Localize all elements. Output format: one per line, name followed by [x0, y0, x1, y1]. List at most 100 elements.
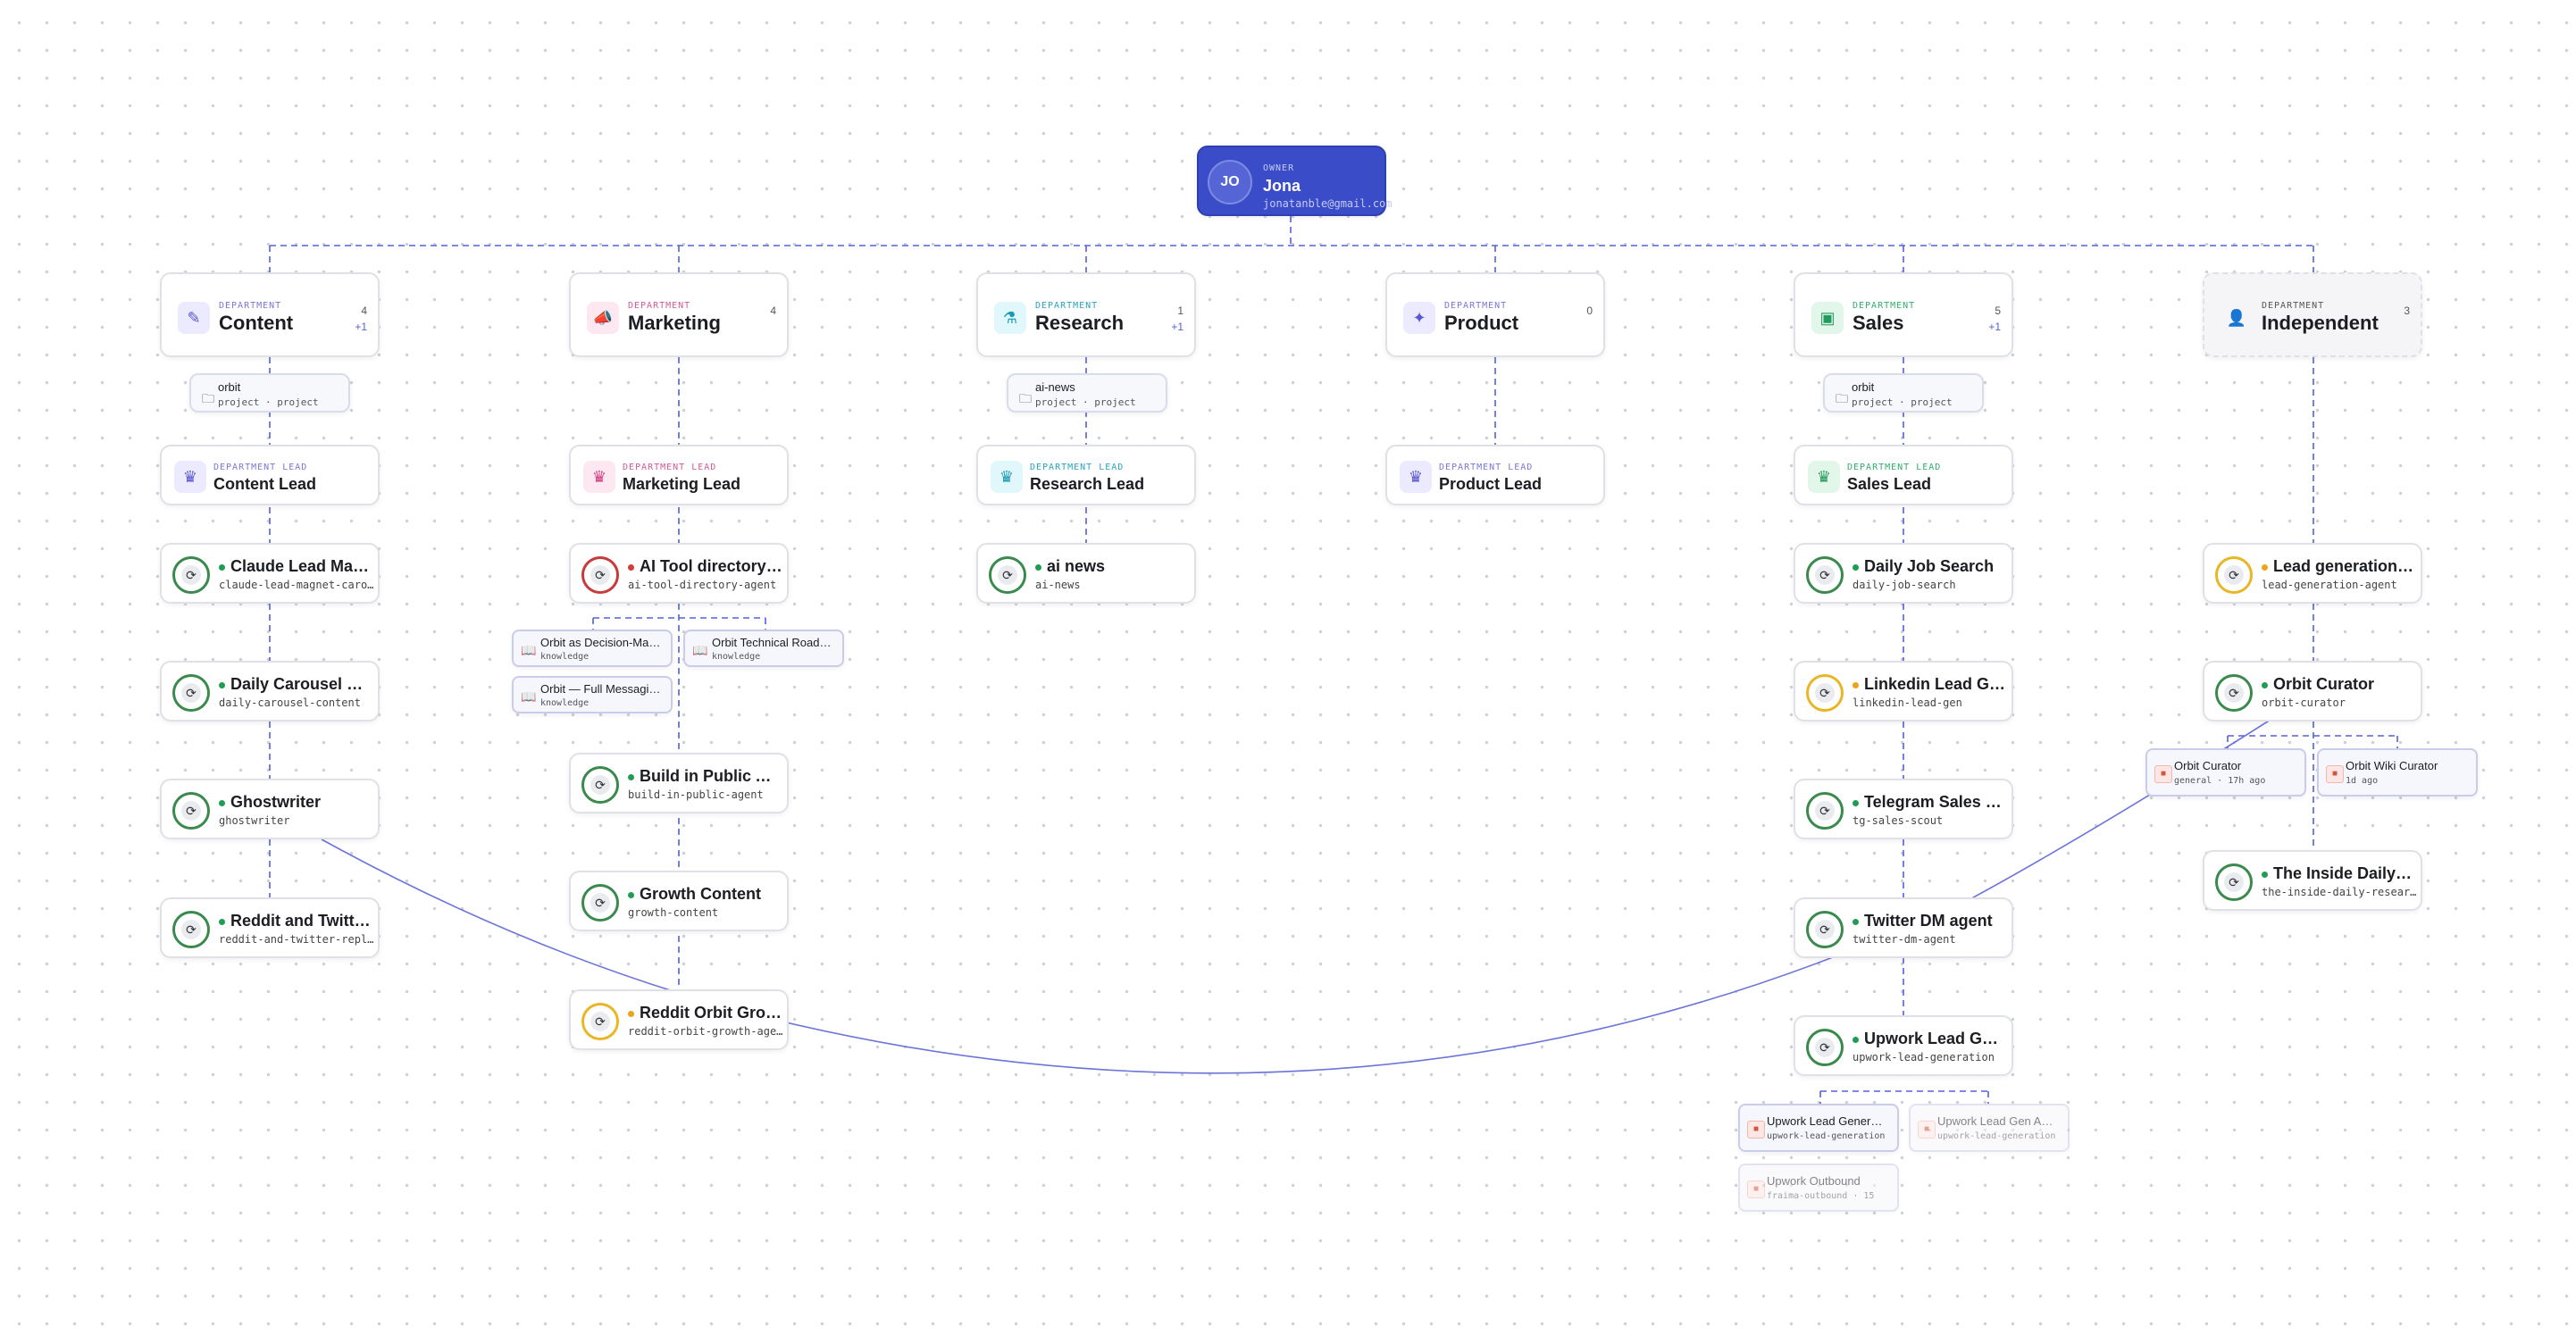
agent-slug: orbit-curator	[2262, 697, 2346, 709]
department-name: Sales	[1853, 312, 1904, 334]
department-card-research[interactable]: ⚗ DEPARTMENT Research 1 +1	[976, 272, 1196, 357]
agent-name: Twitter DM agent	[1864, 912, 1993, 930]
orbit-icon: ⟳	[590, 565, 610, 585]
agent-name: ai news	[1047, 557, 1106, 575]
session-card[interactable]: ■ Orbit Curator general · 17h ago	[2145, 748, 2306, 797]
status-dot	[1853, 682, 1859, 688]
project-name: orbit	[1852, 380, 1875, 394]
agent-slug: tg-sales-scout	[1853, 814, 1944, 827]
status-dot	[2262, 682, 2268, 688]
agent-card[interactable]: ⟳ Daily Carousel Content daily-carousel-…	[160, 661, 380, 722]
knowledge-meta: knowledge	[712, 652, 761, 662]
agent-slug: the-inside-daily-research	[2262, 886, 2419, 898]
project-chip-content[interactable]: 🗀 orbit project · project	[189, 373, 350, 413]
agent-slug: reddit-orbit-growth-agent	[628, 1025, 785, 1038]
session-name: Orbit Wiki Curator	[2346, 759, 2438, 772]
lead-card-content[interactable]: ♛ DEPARTMENT LEAD Content Lead	[160, 445, 380, 505]
org-chart-canvas[interactable]: JO OWNER Jona jonatanble@gmail.com ✎ DEP…	[0, 0, 2576, 1343]
session-card[interactable]: ■ Upwork Lead Generation upwork-lead-gen…	[1738, 1104, 1899, 1152]
agent-name: Daily Job Search	[1864, 557, 1995, 575]
knowledge-card[interactable]: 📖 Orbit — Full Messaging knowledge	[512, 676, 673, 713]
book-icon: 📖	[692, 643, 708, 657]
agent-slug: daily-job-search	[1853, 579, 1956, 591]
knowledge-name: Orbit Technical Roadmap	[712, 636, 832, 649]
knowledge-card[interactable]: 📖 Orbit Technical Roadmap knowledge	[683, 630, 844, 667]
knowledge-card[interactable]: 📖 Orbit as Decision-Maker knowledge	[512, 630, 673, 667]
agent-name: Telegram Sales Scout	[1864, 793, 2007, 811]
lead-card-marketing[interactable]: ♛ DEPARTMENT LEAD Marketing Lead	[569, 445, 789, 505]
agent-card[interactable]: ⟳ Linkedin Lead Gen linkedin-lead-gen	[1794, 661, 2013, 722]
agent-slug: upwork-lead-generation	[1853, 1051, 1995, 1064]
department-card-product[interactable]: ✦ DEPARTMENT Product 0	[1385, 272, 1605, 357]
department-card-independent[interactable]: 👤 DEPARTMENT Independent 3	[2203, 272, 2422, 357]
session-card[interactable]: ■ Upwork Lead Gen Agent upwork-lead-gene…	[1909, 1104, 2070, 1152]
agent-name: Ghostwriter	[230, 793, 322, 811]
session-meta: fraima-outbound · 15	[1767, 1191, 1875, 1201]
orbit-icon: ⟳	[2224, 683, 2244, 703]
orbit-icon: ⟳	[1815, 1038, 1835, 1057]
document-icon: ■	[2154, 765, 2172, 783]
book-icon: 📖	[521, 643, 537, 657]
lead-card-sales[interactable]: ♛ DEPARTMENT LEAD Sales Lead	[1794, 445, 2013, 505]
agent-card[interactable]: ⟳ Reddit and Twitter Replyguy reddit-and…	[160, 897, 380, 958]
agent-avatar: ⟳	[172, 911, 210, 948]
knowledge-meta: knowledge	[540, 698, 590, 708]
department-count: 1 +1	[1171, 304, 1183, 333]
lead-name: Research Lead	[1030, 475, 1145, 493]
owner-eyebrow: OWNER	[1263, 163, 1295, 173]
lead-card-research[interactable]: ♛ DEPARTMENT LEAD Research Lead	[976, 445, 1196, 505]
agent-card[interactable]: ⟳ AI Tool directory agent ai-tool-direct…	[569, 543, 789, 604]
orbit-icon: ⟳	[590, 775, 610, 795]
owner-card[interactable]: JO OWNER Jona jonatanble@gmail.com	[1197, 146, 1393, 216]
crown-icon: ♛	[174, 461, 206, 493]
session-name: Orbit Curator	[2174, 759, 2242, 772]
agent-card[interactable]: ⟳ Claude Lead Magnet Carousel claude-lea…	[160, 543, 380, 604]
agent-card[interactable]: ⟳ Daily Job Search daily-job-search	[1794, 543, 2013, 604]
status-dot	[628, 1011, 634, 1017]
agent-card[interactable]: ⟳ Growth Content growth-content	[569, 871, 789, 931]
agent-card[interactable]: ⟳ ai news ai-news	[976, 543, 1196, 604]
session-card[interactable]: ■ Upwork Outbound fraima-outbound · 15	[1738, 1164, 1899, 1212]
agent-name: Daily Carousel Content	[230, 675, 373, 693]
session-card[interactable]: ■ Orbit Wiki Curator 1d ago	[2317, 748, 2478, 797]
agent-avatar: ⟳	[581, 556, 619, 594]
knowledge-name: Orbit — Full Messaging	[540, 682, 661, 696]
lead-card-product[interactable]: ♛ DEPARTMENT LEAD Product Lead	[1385, 445, 1605, 505]
department-count: 0	[1586, 304, 1593, 317]
agent-card[interactable]: ⟳ Orbit Curator orbit-curator	[2203, 661, 2422, 722]
session-name: Upwork Lead Gen Agent	[1937, 1114, 2058, 1128]
agent-card[interactable]: ⟳ Ghostwriter ghostwriter	[160, 779, 380, 839]
agent-avatar: ⟳	[581, 884, 619, 922]
agent-card[interactable]: ⟳ Twitter DM agent twitter-dm-agent	[1794, 897, 2013, 958]
department-card-marketing[interactable]: 📣 DEPARTMENT Marketing 4	[569, 272, 789, 357]
status-dot	[219, 919, 225, 925]
agent-card[interactable]: ⟳ Upwork Lead Generation upwork-lead-gen…	[1794, 1015, 2013, 1076]
session-meta: general · 17h ago	[2174, 776, 2266, 786]
agent-card[interactable]: ⟳ Lead generation agent lead-generation-…	[2203, 543, 2422, 604]
folder-icon: 🗀	[1836, 391, 1848, 405]
orbit-icon: ⟳	[181, 920, 201, 939]
lead-eyebrow: DEPARTMENT LEAD	[623, 463, 717, 472]
agent-slug: twitter-dm-agent	[1853, 933, 1956, 946]
agent-avatar: ⟳	[172, 792, 210, 830]
briefcase-icon: ▣	[1811, 302, 1844, 334]
agent-card[interactable]: ⟳ Telegram Sales Scout tg-sales-scout	[1794, 779, 2013, 839]
agent-card[interactable]: ⟳ Reddit Orbit Growth Agent reddit-orbit…	[569, 989, 789, 1050]
project-chip-sales[interactable]: 🗀 orbit project · project	[1823, 373, 1984, 413]
orbit-icon: ⟳	[2224, 565, 2244, 585]
agent-avatar: ⟳	[172, 556, 210, 594]
pencil-icon: ✎	[178, 302, 210, 334]
owner-name: Jona	[1263, 177, 1301, 195]
agent-name: Upwork Lead Generation	[1864, 1030, 2007, 1047]
agent-card[interactable]: ⟳ The Inside Daily Research the-inside-d…	[2203, 850, 2422, 911]
orbit-icon: ⟳	[181, 683, 201, 703]
crown-icon: ♛	[1808, 461, 1840, 493]
project-chip-research[interactable]: 🗀 ai-news project · project	[1007, 373, 1167, 413]
orbit-icon: ⟳	[2224, 872, 2244, 892]
agent-name: AI Tool directory agent	[640, 557, 782, 575]
agent-avatar: ⟳	[989, 556, 1026, 594]
agent-card[interactable]: ⟳ Build in Public Agent build-in-public-…	[569, 753, 789, 813]
department-card-sales[interactable]: ▣ DEPARTMENT Sales 5 +1	[1794, 272, 2013, 357]
status-dot	[1853, 800, 1859, 806]
department-card-content[interactable]: ✎ DEPARTMENT Content 4 +1	[160, 272, 380, 357]
